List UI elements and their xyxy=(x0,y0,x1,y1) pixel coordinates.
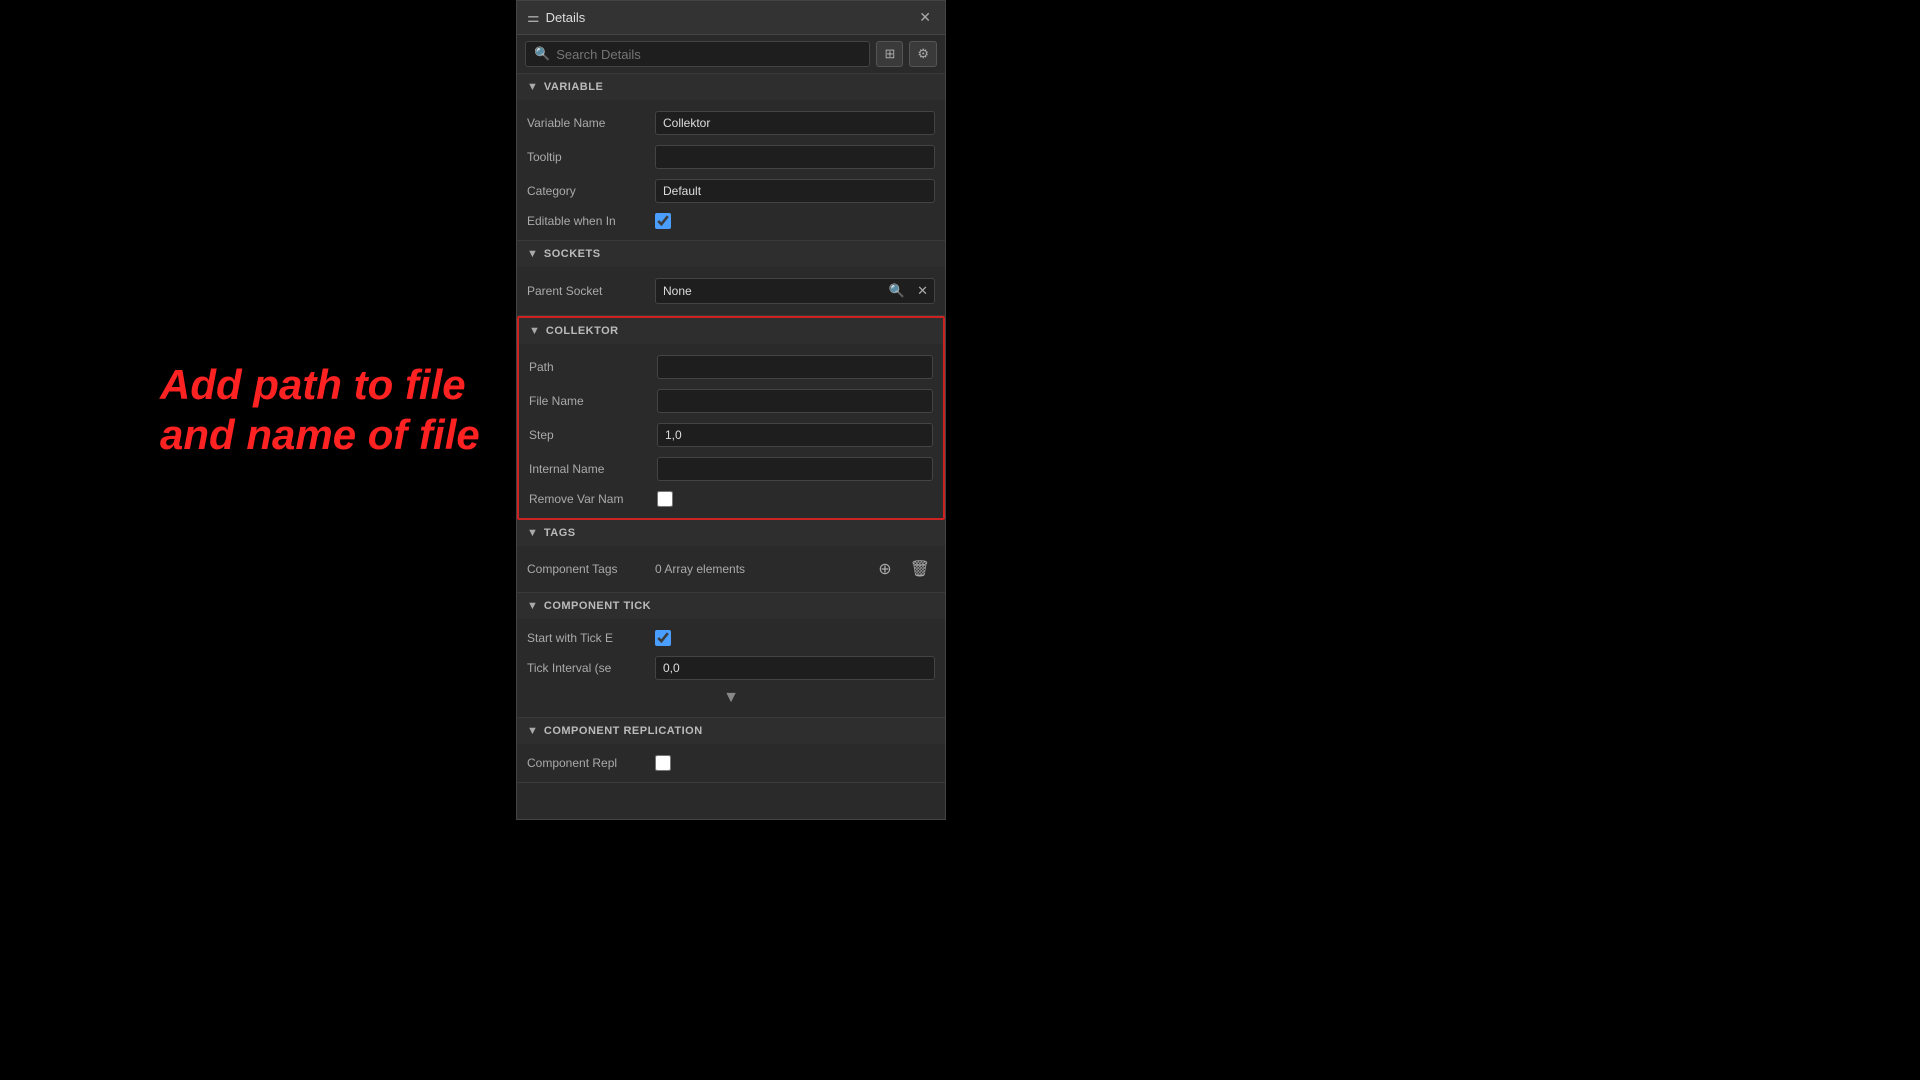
socket-clear-button[interactable]: ✕ xyxy=(911,279,934,303)
chevron-down-icon: ▼ xyxy=(527,248,538,260)
delete-tag-button[interactable]: 🗑 xyxy=(905,557,935,581)
section-tags: ▼ TAGS Component Tags 0 Array elements ⊕… xyxy=(517,520,945,593)
section-collektor-body: Path File Name Step Internal Name Remove… xyxy=(519,344,943,518)
start-tick-label: Start with Tick E xyxy=(527,631,647,645)
add-tag-button[interactable]: ⊕ xyxy=(873,557,896,581)
parent-socket-input[interactable] xyxy=(656,280,883,302)
step-label: Step xyxy=(529,428,649,442)
section-tags-header[interactable]: ▼ TAGS xyxy=(517,520,945,546)
section-tags-body: Component Tags 0 Array elements ⊕ 🗑 xyxy=(517,546,945,592)
editable-row: Editable when In xyxy=(527,208,935,234)
internal-name-input[interactable] xyxy=(657,457,933,481)
step-input[interactable] xyxy=(657,423,933,447)
editable-label: Editable when In xyxy=(527,214,647,228)
editable-checkbox[interactable] xyxy=(655,213,671,229)
tooltip-input[interactable] xyxy=(655,145,935,169)
chevron-down-icon: ▼ xyxy=(527,527,538,539)
tick-interval-input[interactable] xyxy=(655,656,935,680)
internal-name-label: Internal Name xyxy=(529,462,649,476)
remove-var-label: Remove Var Nam xyxy=(529,492,649,506)
remove-var-row: Remove Var Nam xyxy=(529,486,933,512)
section-component-replication: ▼ COMPONENT REPLICATION Component Repl xyxy=(517,718,945,783)
path-row: Path xyxy=(529,350,933,384)
section-sockets-title: SOCKETS xyxy=(544,248,601,260)
section-component-tick-body: Start with Tick E Tick Interval (se ▼ xyxy=(517,619,945,717)
start-tick-checkbox[interactable] xyxy=(655,630,671,646)
tick-interval-label: Tick Interval (se xyxy=(527,661,647,675)
component-tags-row: Component Tags 0 Array elements ⊕ 🗑 xyxy=(527,552,935,586)
variable-name-input[interactable] xyxy=(655,111,935,135)
path-input[interactable] xyxy=(657,355,933,379)
chevron-down-icon: ▼ xyxy=(527,600,538,612)
category-label: Category xyxy=(527,184,647,198)
section-sockets-header[interactable]: ▼ SOCKETS xyxy=(517,241,945,267)
section-variable-header[interactable]: ▼ VARIABLE xyxy=(517,74,945,100)
annotation: Add path to file and name of file xyxy=(160,360,480,461)
tooltip-label: Tooltip xyxy=(527,150,647,164)
variable-name-row: Variable Name xyxy=(527,106,935,140)
component-tags-label: Component Tags xyxy=(527,562,647,576)
panel-content: ▼ VARIABLE Variable Name Tooltip Categor… xyxy=(517,74,945,819)
details-panel: ⚌ Details ✕ 🔍 ⊞ ⚙ ▼ VARIABLE Variable Na… xyxy=(516,0,946,820)
parent-socket-row: Parent Socket 🔍 ✕ xyxy=(527,273,935,309)
section-collektor: ▼ COLLEKTOR Path File Name Step Internal… xyxy=(517,316,945,520)
step-row: Step xyxy=(529,418,933,452)
file-name-label: File Name xyxy=(529,394,649,408)
remove-var-checkbox[interactable] xyxy=(657,491,673,507)
section-component-tick: ▼ COMPONENT TICK Start with Tick E Tick … xyxy=(517,593,945,718)
search-icon: 🔍 xyxy=(534,46,550,62)
section-tags-title: TAGS xyxy=(544,527,576,539)
section-variable-title: VARIABLE xyxy=(544,81,603,93)
category-select[interactable]: Default xyxy=(655,179,935,203)
start-tick-row: Start with Tick E xyxy=(527,625,935,651)
path-label: Path xyxy=(529,360,649,374)
tick-interval-row: Tick Interval (se xyxy=(527,651,935,685)
section-component-replication-body: Component Repl xyxy=(517,744,945,782)
search-box[interactable]: 🔍 xyxy=(525,41,870,67)
component-repl-row: Component Repl xyxy=(527,750,935,776)
category-dropdown-wrapper: Default xyxy=(655,179,935,203)
panel-close-button[interactable]: ✕ xyxy=(915,7,935,28)
socket-search-button[interactable]: 🔍 xyxy=(883,279,911,303)
file-name-row: File Name xyxy=(529,384,933,418)
component-repl-label: Component Repl xyxy=(527,756,647,770)
panel-titlebar: ⚌ Details ✕ xyxy=(517,1,945,35)
section-sockets: ▼ SOCKETS Parent Socket 🔍 ✕ xyxy=(517,241,945,316)
expand-button[interactable]: ▼ xyxy=(723,689,739,707)
file-name-input[interactable] xyxy=(657,389,933,413)
section-component-tick-title: COMPONENT TICK xyxy=(544,600,651,612)
category-row: Category Default xyxy=(527,174,935,208)
filter-icon: ⚌ xyxy=(527,9,540,26)
settings-button[interactable]: ⚙ xyxy=(909,41,937,67)
component-repl-checkbox[interactable] xyxy=(655,755,671,771)
component-tags-value: 0 Array elements xyxy=(655,562,865,576)
section-variable: ▼ VARIABLE Variable Name Tooltip Categor… xyxy=(517,74,945,241)
parent-socket-label: Parent Socket xyxy=(527,284,647,298)
chevron-down-icon: ▼ xyxy=(527,81,538,93)
variable-name-label: Variable Name xyxy=(527,116,647,130)
panel-toolbar: 🔍 ⊞ ⚙ xyxy=(517,35,945,74)
section-collektor-title: COLLEKTOR xyxy=(546,325,619,337)
section-variable-body: Variable Name Tooltip Category Default xyxy=(517,100,945,240)
chevron-down-icon: ▼ xyxy=(527,725,538,737)
section-collektor-header[interactable]: ▼ COLLEKTOR xyxy=(519,318,943,344)
grid-view-button[interactable]: ⊞ xyxy=(876,41,903,67)
search-input[interactable] xyxy=(556,47,861,62)
section-component-replication-title: COMPONENT REPLICATION xyxy=(544,725,703,737)
section-component-tick-header[interactable]: ▼ COMPONENT TICK xyxy=(517,593,945,619)
panel-title: Details xyxy=(546,10,910,25)
section-component-replication-header[interactable]: ▼ COMPONENT REPLICATION xyxy=(517,718,945,744)
tooltip-row: Tooltip xyxy=(527,140,935,174)
socket-input-wrapper: 🔍 ✕ xyxy=(655,278,935,304)
chevron-down-icon: ▼ xyxy=(529,325,540,337)
section-sockets-body: Parent Socket 🔍 ✕ xyxy=(517,267,945,315)
internal-name-row: Internal Name xyxy=(529,452,933,486)
